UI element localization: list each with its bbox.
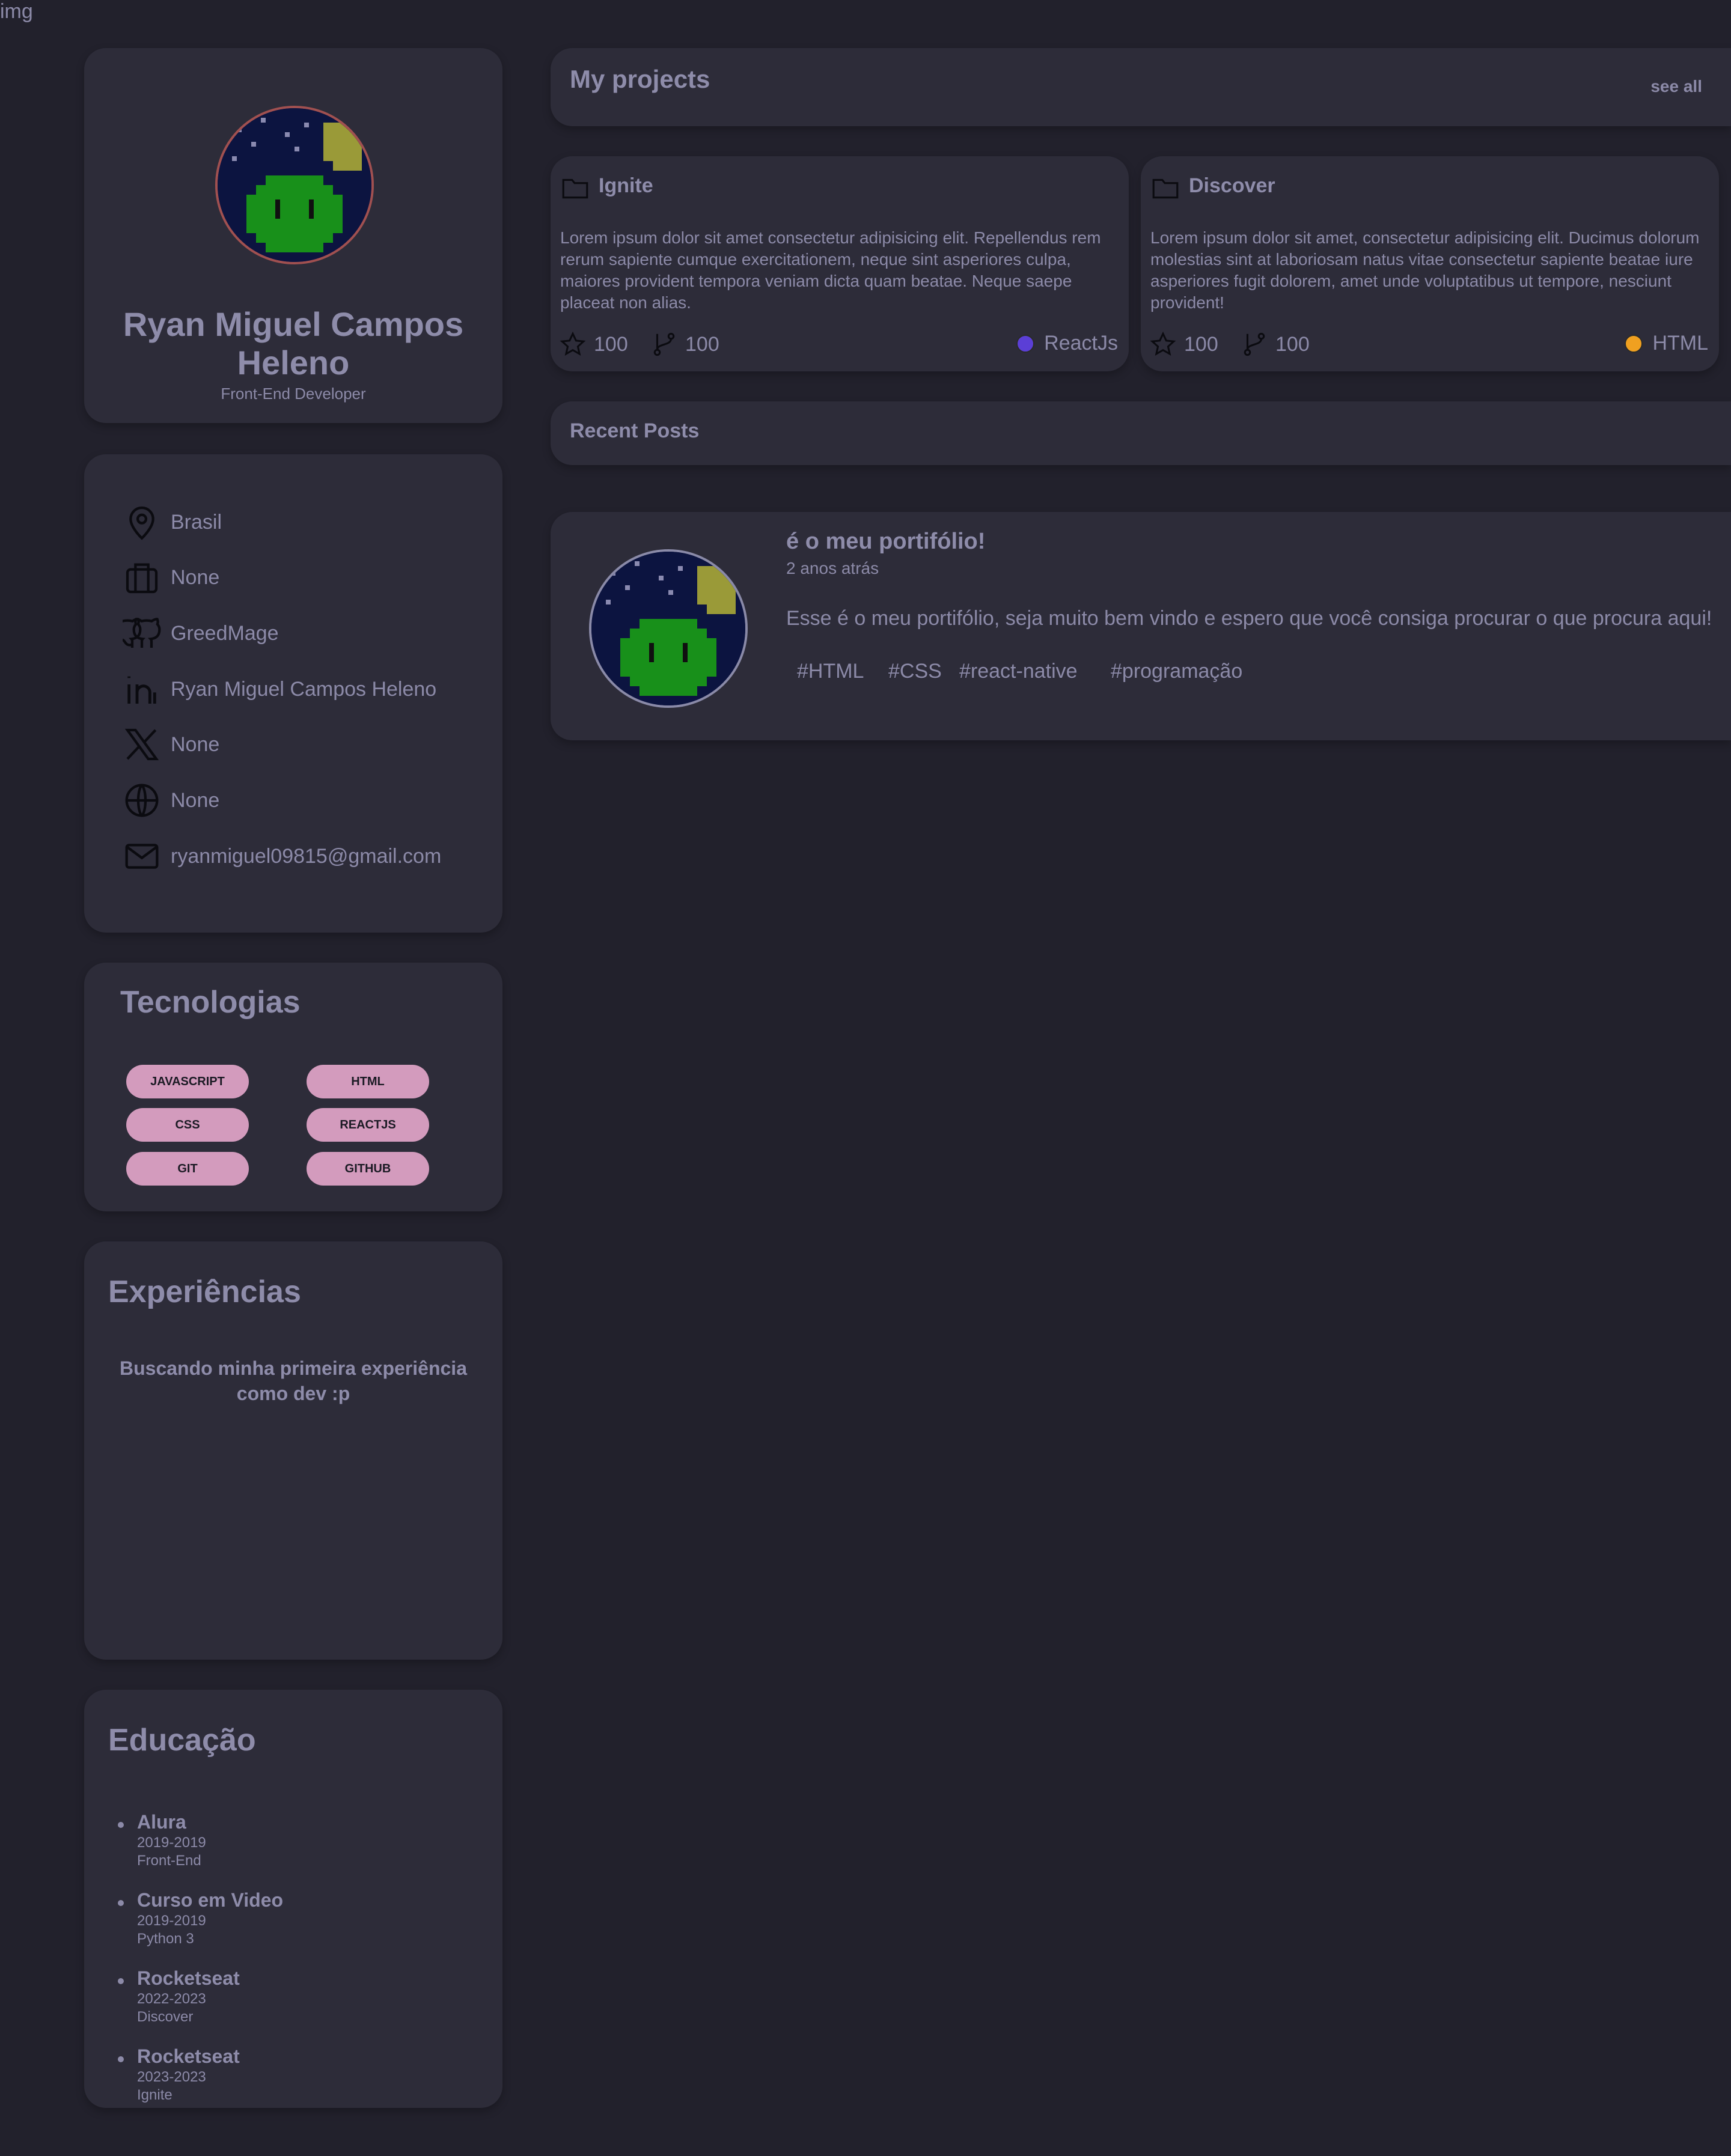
info-company-text: None <box>171 565 220 589</box>
post-tag[interactable]: #HTML <box>797 660 864 683</box>
info-twitter[interactable]: None <box>123 723 219 766</box>
star-icon <box>1150 331 1176 356</box>
info-website-text: None <box>171 788 220 812</box>
recent-posts-header: Recent Posts <box>551 401 1731 465</box>
education-years: 2019-2019 <box>137 1835 206 1851</box>
post-tag[interactable]: #programação <box>1111 660 1242 683</box>
language-dot <box>1625 334 1643 353</box>
x-twitter-icon <box>124 728 159 761</box>
post-body: Esse é o meu portifólio, seja muito bem … <box>786 607 1712 630</box>
list-item: Curso em Video 2019-2019 Python 3 <box>117 1888 284 1948</box>
info-email[interactable]: ryanmiguel09815@gmail.com <box>123 835 441 877</box>
experience-card: Experiências Buscando minha primeira exp… <box>84 1241 502 1660</box>
info-card: Brasil None GreedMage Ryan Miguel Campos… <box>84 454 502 933</box>
projects-header: My projects see all <box>551 48 1731 126</box>
info-email-text: ryanmiguel09815@gmail.com <box>171 844 442 868</box>
project-language: ReactJs <box>1016 332 1118 355</box>
tech-title: Tecnologias <box>120 985 301 1020</box>
info-twitter-text: None <box>171 732 220 756</box>
folder-icon <box>1152 178 1179 199</box>
post-card[interactable]: é o meu portifólio! 2 anos atrás Esse é … <box>551 512 1731 740</box>
tech-card: Tecnologias JAVASCRIPT HTML CSS REACTJS … <box>84 963 502 1211</box>
tech-pill: GIT <box>126 1152 249 1186</box>
github-icon <box>123 618 161 648</box>
education-course: Ignite <box>137 2087 172 2103</box>
star-icon <box>560 331 586 356</box>
education-title: Educação <box>108 1723 256 1758</box>
info-github-text: GreedMage <box>171 621 279 645</box>
tech-pill: REACTJS <box>307 1108 429 1142</box>
list-item: Rocketseat 2022-2023 Discover <box>117 1966 283 2026</box>
list-item: Alura 2019-2019 Front-End <box>117 1810 283 1870</box>
projects-title: My projects <box>570 65 710 93</box>
fork-icon <box>653 332 675 356</box>
avatar <box>215 106 374 264</box>
project-name: Discover <box>1189 174 1275 197</box>
tech-pill: HTML <box>307 1065 429 1098</box>
education-card: Educação Alura 2019-2019 Front-End Curso… <box>84 1690 502 2108</box>
post-tag[interactable]: #react-native <box>959 660 1078 683</box>
education-school: Curso em Video <box>137 1889 284 1911</box>
language-dot <box>1016 334 1035 353</box>
project-stars: 100 <box>1149 330 1218 358</box>
tech-pill: CSS <box>126 1108 249 1142</box>
list-item: Rocketseat 2023-2023 Ignite <box>117 2044 283 2104</box>
education-list: Alura 2019-2019 Front-End Curso em Video… <box>117 1810 284 2122</box>
info-github[interactable]: GreedMage <box>123 612 279 654</box>
experience-title: Experiências <box>108 1274 301 1309</box>
project-stars: 100 <box>559 330 628 358</box>
profile-role: Front-End Developer <box>221 385 366 403</box>
project-description: Lorem ipsum dolor sit amet, consectetur … <box>1150 228 1700 312</box>
education-course: Discover <box>137 2009 194 2025</box>
experience-text: Buscando minha primeira experiência como… <box>120 1357 467 1404</box>
recent-posts-title: Recent Posts <box>570 419 700 442</box>
education-years: 2023-2023 <box>137 2069 206 2085</box>
globe-icon <box>125 784 159 817</box>
mail-icon <box>125 844 159 869</box>
fork-icon <box>1244 332 1265 356</box>
linkedin-icon <box>127 676 156 704</box>
profile-card: Ryan Miguel Campos Heleno Front-End Deve… <box>84 48 502 423</box>
education-school: Alura <box>137 1811 186 1833</box>
info-linkedin-text: Ryan Miguel Campos Heleno <box>171 677 437 701</box>
project-forks: 100 <box>650 330 719 358</box>
tech-pill: GITHUB <box>307 1152 429 1186</box>
education-school: Rocketseat <box>137 2045 240 2067</box>
post-title: é o meu portifólio! <box>786 529 986 554</box>
location-pin-icon <box>129 506 154 540</box>
project-card-ignite[interactable]: Ignite Lorem ipsum dolor sit amet consec… <box>551 156 1129 371</box>
info-linkedin[interactable]: Ryan Miguel Campos Heleno <box>123 668 436 710</box>
info-company: None <box>123 556 219 598</box>
education-years: 2022-2023 <box>137 1991 206 2007</box>
profile-name: Ryan Miguel Campos Heleno <box>123 305 464 382</box>
post-avatar <box>589 549 748 708</box>
info-location: Brasil <box>123 501 222 543</box>
education-school: Rocketseat <box>137 1967 240 1989</box>
folder-icon <box>562 178 588 199</box>
project-forks: 100 <box>1241 330 1310 358</box>
project-language: HTML <box>1625 332 1708 355</box>
project-name: Ignite <box>599 174 653 197</box>
tech-pill: JAVASCRIPT <box>126 1065 249 1098</box>
education-course: Front-End <box>137 1853 201 1869</box>
project-card-discover[interactable]: Discover Lorem ipsum dolor sit amet, con… <box>1141 156 1719 371</box>
see-all-link[interactable]: see all <box>1650 77 1702 96</box>
briefcase-icon <box>126 563 158 594</box>
post-tag[interactable]: #CSS <box>888 660 942 683</box>
post-time: 2 anos atrás <box>786 559 879 577</box>
info-website[interactable]: None <box>123 779 219 821</box>
education-years: 2019-2019 <box>137 1913 206 1929</box>
education-course: Python 3 <box>137 1931 194 1947</box>
project-description: Lorem ipsum dolor sit amet consectetur a… <box>560 228 1101 312</box>
info-location-text: Brasil <box>171 510 222 534</box>
broken-image-alt-text: img <box>0 0 33 23</box>
